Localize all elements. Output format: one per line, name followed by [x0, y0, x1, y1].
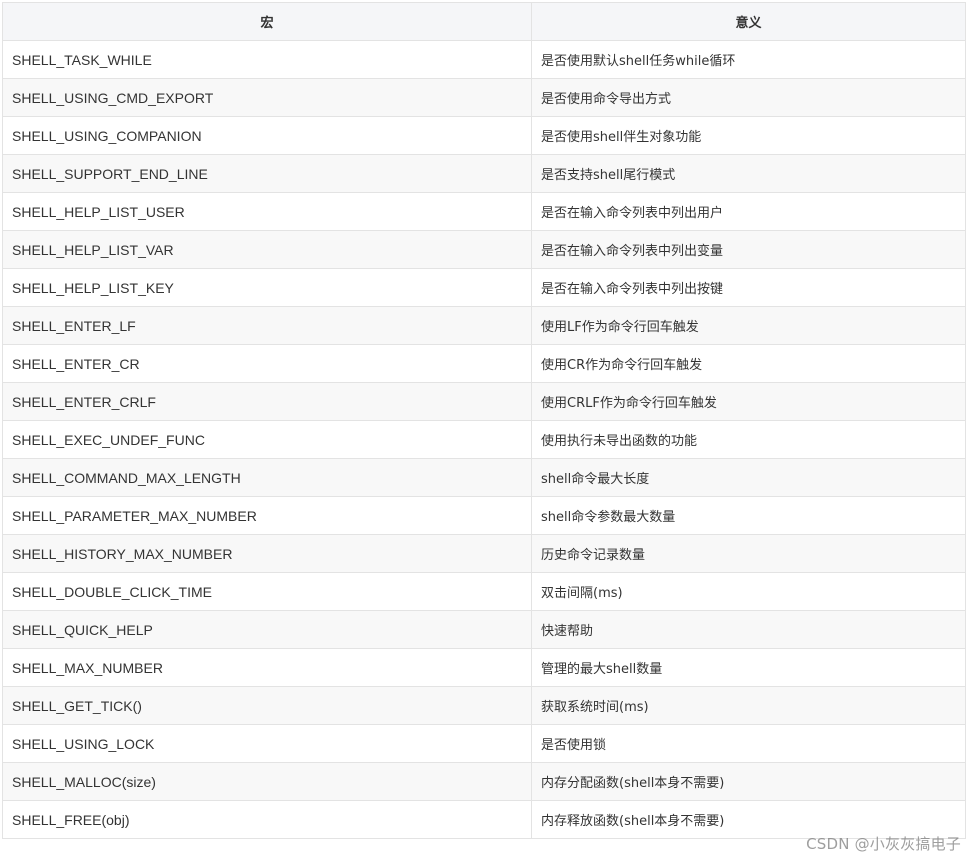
- meaning-cell: 是否在输入命令列表中列出变量: [531, 230, 966, 269]
- macro-cell: SHELL_TASK_WHILE: [2, 40, 532, 79]
- csdn-watermark: CSDN @小灰灰搞电子: [806, 835, 961, 853]
- table-row: SHELL_HISTORY_MAX_NUMBER 历史命令记录数量: [2, 534, 966, 573]
- table-row: SHELL_ENTER_CR 使用CR作为命令行回车触发: [2, 344, 966, 383]
- table-row: SHELL_DOUBLE_CLICK_TIME 双击间隔(ms): [2, 572, 966, 611]
- meaning-cell: shell命令最大长度: [531, 458, 966, 497]
- table-row: SHELL_USING_LOCK 是否使用锁: [2, 724, 966, 763]
- table-row: SHELL_EXEC_UNDEF_FUNC 使用执行未导出函数的功能: [2, 420, 966, 459]
- table-row: SHELL_SUPPORT_END_LINE 是否支持shell尾行模式: [2, 154, 966, 193]
- table-row: SHELL_HELP_LIST_VAR 是否在输入命令列表中列出变量: [2, 230, 966, 269]
- meaning-cell: 使用执行未导出函数的功能: [531, 420, 966, 459]
- meaning-cell: shell命令参数最大数量: [531, 496, 966, 535]
- macro-cell: SHELL_GET_TICK(): [2, 686, 532, 725]
- table-row: SHELL_ENTER_CRLF 使用CRLF作为命令行回车触发: [2, 382, 966, 421]
- header-meaning: 意义: [531, 2, 966, 41]
- meaning-cell: 是否使用命令导出方式: [531, 78, 966, 117]
- table-row: SHELL_HELP_LIST_KEY 是否在输入命令列表中列出按键: [2, 268, 966, 307]
- meaning-cell: 是否使用shell伴生对象功能: [531, 116, 966, 155]
- macro-table: 宏 意义 SHELL_TASK_WHILE 是否使用默认shell任务while循…: [2, 2, 966, 839]
- meaning-cell: 是否使用默认shell任务while循环: [531, 40, 966, 79]
- meaning-cell: 是否支持shell尾行模式: [531, 154, 966, 193]
- table-row: SHELL_USING_CMD_EXPORT 是否使用命令导出方式: [2, 78, 966, 117]
- macro-cell: SHELL_ENTER_LF: [2, 306, 532, 345]
- meaning-cell: 使用LF作为命令行回车触发: [531, 306, 966, 345]
- macro-cell: SHELL_MALLOC(size): [2, 762, 532, 801]
- macro-cell: SHELL_DOUBLE_CLICK_TIME: [2, 572, 532, 611]
- macro-cell: SHELL_ENTER_CRLF: [2, 382, 532, 421]
- table-row: SHELL_TASK_WHILE 是否使用默认shell任务while循环: [2, 40, 966, 79]
- meaning-cell: 快速帮助: [531, 610, 966, 649]
- table-row: SHELL_PARAMETER_MAX_NUMBER shell命令参数最大数量: [2, 496, 966, 535]
- table-row: SHELL_COMMAND_MAX_LENGTH shell命令最大长度: [2, 458, 966, 497]
- macro-cell: SHELL_FREE(obj): [2, 800, 532, 839]
- macro-cell: SHELL_USING_LOCK: [2, 724, 532, 763]
- macro-cell: SHELL_USING_COMPANION: [2, 116, 532, 155]
- meaning-cell: 内存分配函数(shell本身不需要): [531, 762, 966, 801]
- meaning-cell: 获取系统时间(ms): [531, 686, 966, 725]
- macro-cell: SHELL_ENTER_CR: [2, 344, 532, 383]
- table-row: SHELL_MAX_NUMBER 管理的最大shell数量: [2, 648, 966, 687]
- macro-cell: SHELL_HELP_LIST_KEY: [2, 268, 532, 307]
- table-row: SHELL_USING_COMPANION 是否使用shell伴生对象功能: [2, 116, 966, 155]
- table-header-row: 宏 意义: [2, 2, 966, 41]
- table-row: SHELL_GET_TICK() 获取系统时间(ms): [2, 686, 966, 725]
- meaning-cell: 双击间隔(ms): [531, 572, 966, 611]
- meaning-cell: 历史命令记录数量: [531, 534, 966, 573]
- macro-cell: SHELL_HISTORY_MAX_NUMBER: [2, 534, 532, 573]
- meaning-cell: 管理的最大shell数量: [531, 648, 966, 687]
- header-macro: 宏: [2, 2, 532, 41]
- meaning-cell: 使用CR作为命令行回车触发: [531, 344, 966, 383]
- meaning-cell: 使用CRLF作为命令行回车触发: [531, 382, 966, 421]
- table-row: SHELL_MALLOC(size) 内存分配函数(shell本身不需要): [2, 762, 966, 801]
- macro-cell: SHELL_QUICK_HELP: [2, 610, 532, 649]
- table-body: SHELL_TASK_WHILE 是否使用默认shell任务while循环 SHE…: [2, 40, 966, 839]
- macro-cell: SHELL_USING_CMD_EXPORT: [2, 78, 532, 117]
- table-row: SHELL_QUICK_HELP 快速帮助: [2, 610, 966, 649]
- macro-cell: SHELL_SUPPORT_END_LINE: [2, 154, 532, 193]
- macro-cell: SHELL_EXEC_UNDEF_FUNC: [2, 420, 532, 459]
- macro-cell: SHELL_COMMAND_MAX_LENGTH: [2, 458, 532, 497]
- meaning-cell: 是否使用锁: [531, 724, 966, 763]
- meaning-cell: 是否在输入命令列表中列出按键: [531, 268, 966, 307]
- macro-cell: SHELL_HELP_LIST_VAR: [2, 230, 532, 269]
- macro-cell: SHELL_PARAMETER_MAX_NUMBER: [2, 496, 532, 535]
- macro-cell: SHELL_MAX_NUMBER: [2, 648, 532, 687]
- meaning-cell: 是否在输入命令列表中列出用户: [531, 192, 966, 231]
- table-row: SHELL_HELP_LIST_USER 是否在输入命令列表中列出用户: [2, 192, 966, 231]
- table-row: SHELL_ENTER_LF 使用LF作为命令行回车触发: [2, 306, 966, 345]
- macro-cell: SHELL_HELP_LIST_USER: [2, 192, 532, 231]
